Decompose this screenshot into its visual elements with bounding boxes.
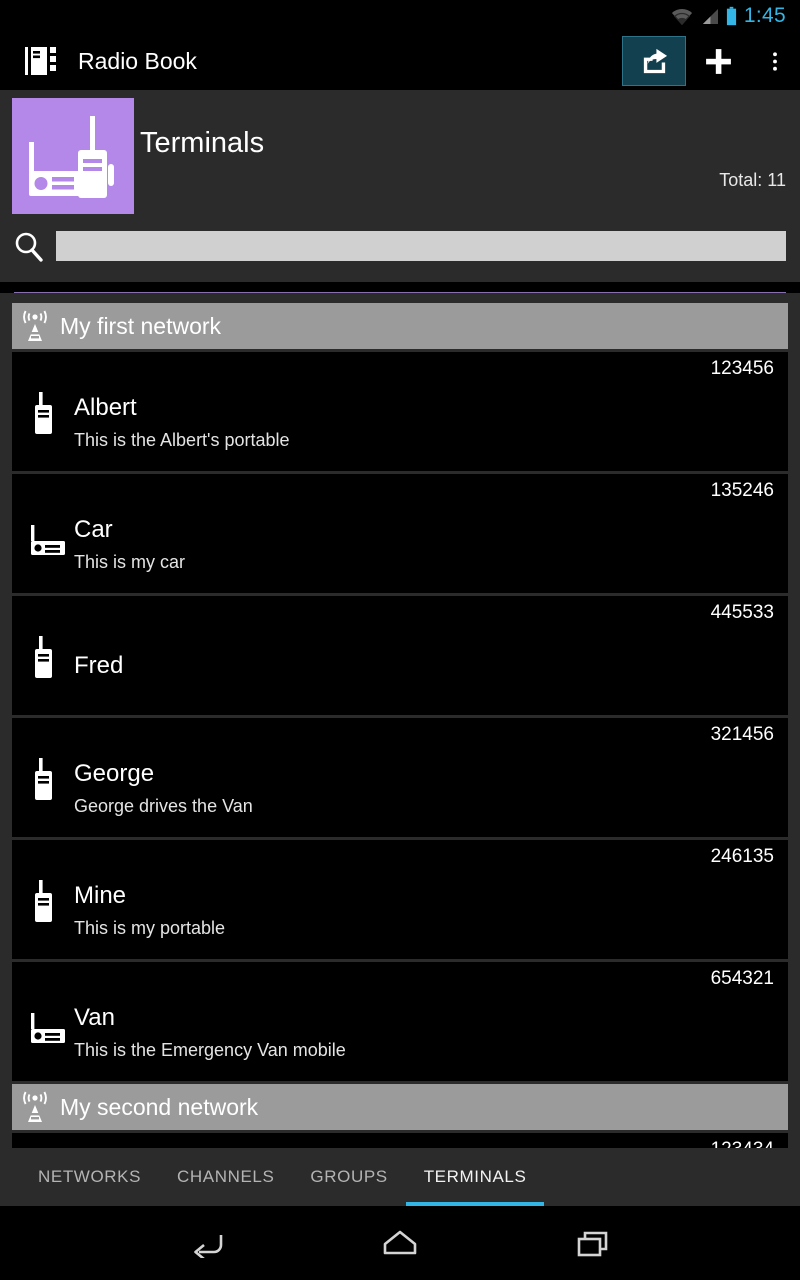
- radio-tower-icon: [20, 310, 50, 342]
- plus-icon: [705, 48, 731, 74]
- system-nav-bar: [0, 1206, 800, 1280]
- table-row[interactable]: 135246 Car This is my car: [12, 474, 788, 593]
- tab-networks[interactable]: NETWORKS: [20, 1148, 159, 1206]
- terminal-name: Car: [74, 516, 113, 543]
- search-bar: [0, 220, 800, 272]
- radio-book-logo-icon: [24, 46, 58, 76]
- terminal-description: This is my portable: [74, 918, 226, 938]
- terminal-id: 135246: [710, 480, 774, 501]
- group-name: My second network: [60, 1093, 259, 1120]
- terminal-description: This is the Emergency Van mobile: [74, 1040, 346, 1060]
- table-row[interactable]: 246135 Mine This is my portable: [12, 840, 788, 959]
- home-icon: [383, 1230, 417, 1255]
- terminal-id: 445533: [710, 602, 774, 623]
- mobile-radio-icon: [26, 514, 70, 558]
- page-banner: Terminals Total: 11: [0, 90, 800, 220]
- more-vertical-icon: [773, 51, 777, 71]
- terminal-name: Fred: [74, 652, 124, 679]
- terminal-description: George drives the Van: [74, 796, 253, 816]
- wifi-icon: [671, 8, 693, 25]
- add-button[interactable]: [686, 36, 750, 86]
- table-row[interactable]: 321456 George George drives the Van: [12, 718, 788, 837]
- terminal-name: Albert: [74, 394, 137, 421]
- total-count-label: Total: 11: [719, 170, 786, 190]
- terminal-name: Mine: [74, 882, 127, 909]
- terminal-name: Van: [74, 1004, 115, 1031]
- table-row[interactable]: 123456 Albert This is the Albert's porta…: [12, 352, 788, 471]
- portable-radio-icon: [26, 758, 70, 802]
- terminals-tile: [12, 98, 134, 214]
- action-bar: Radio Book: [0, 32, 800, 90]
- status-bar: 1:45: [0, 0, 800, 32]
- terminal-id: 654321: [710, 968, 774, 989]
- tab-terminals[interactable]: TERMINALS: [405, 1148, 545, 1206]
- share-export-button[interactable]: [622, 36, 686, 86]
- group-name: My first network: [60, 312, 222, 339]
- app-title: Radio Book: [78, 47, 197, 74]
- share-icon: [643, 48, 667, 73]
- table-row[interactable]: 654321 Van This is the Emergency Van mob…: [12, 962, 788, 1081]
- cell-signal-icon: [700, 8, 719, 25]
- status-clock: 1:45: [743, 4, 786, 27]
- search-icon[interactable]: [10, 229, 48, 263]
- tab-bar: NETWORKS CHANNELS GROUPS TERMINALS: [0, 1148, 800, 1206]
- app-screen: 1:45 Radio Book Terminals Total: 11 My f…: [0, 0, 800, 1280]
- portable-radio-icon: [26, 636, 70, 680]
- search-input[interactable]: [56, 231, 786, 261]
- overflow-menu-button[interactable]: [750, 36, 800, 86]
- portable-radio-icon: [26, 392, 70, 436]
- home-button[interactable]: [365, 1218, 435, 1268]
- terminal-description: This is the Albert's portable: [74, 430, 290, 450]
- back-button[interactable]: [172, 1218, 242, 1268]
- mobile-radio-icon: [26, 1002, 70, 1046]
- terminal-description: This is my car: [74, 552, 186, 572]
- table-row[interactable]: 445533 Fred: [12, 596, 788, 715]
- terminal-name: George: [74, 760, 155, 787]
- portable-radio-icon: [26, 880, 70, 924]
- terminal-id: 123456: [710, 358, 774, 379]
- search-spacer: [0, 272, 800, 282]
- back-arrow-icon: [193, 1235, 222, 1258]
- recents-button[interactable]: [558, 1218, 628, 1268]
- recents-icon: [578, 1231, 608, 1257]
- page-title: Terminals: [140, 127, 265, 159]
- terminal-id: 321456: [710, 724, 774, 745]
- tab-groups[interactable]: GROUPS: [292, 1148, 405, 1206]
- radio-tower-icon: [20, 1091, 50, 1123]
- mobile-and-portable-radio-icon: [29, 116, 114, 198]
- group-header[interactable]: My second network: [12, 1084, 788, 1130]
- group-header[interactable]: My first network: [12, 303, 788, 349]
- tab-channels[interactable]: CHANNELS: [159, 1148, 292, 1206]
- action-buttons: [622, 32, 800, 90]
- terminal-list[interactable]: My first network 123456 Albert This is t…: [0, 303, 800, 1193]
- list-top-spacer: [0, 293, 800, 303]
- battery-icon: [726, 6, 737, 26]
- terminal-id: 246135: [710, 846, 774, 867]
